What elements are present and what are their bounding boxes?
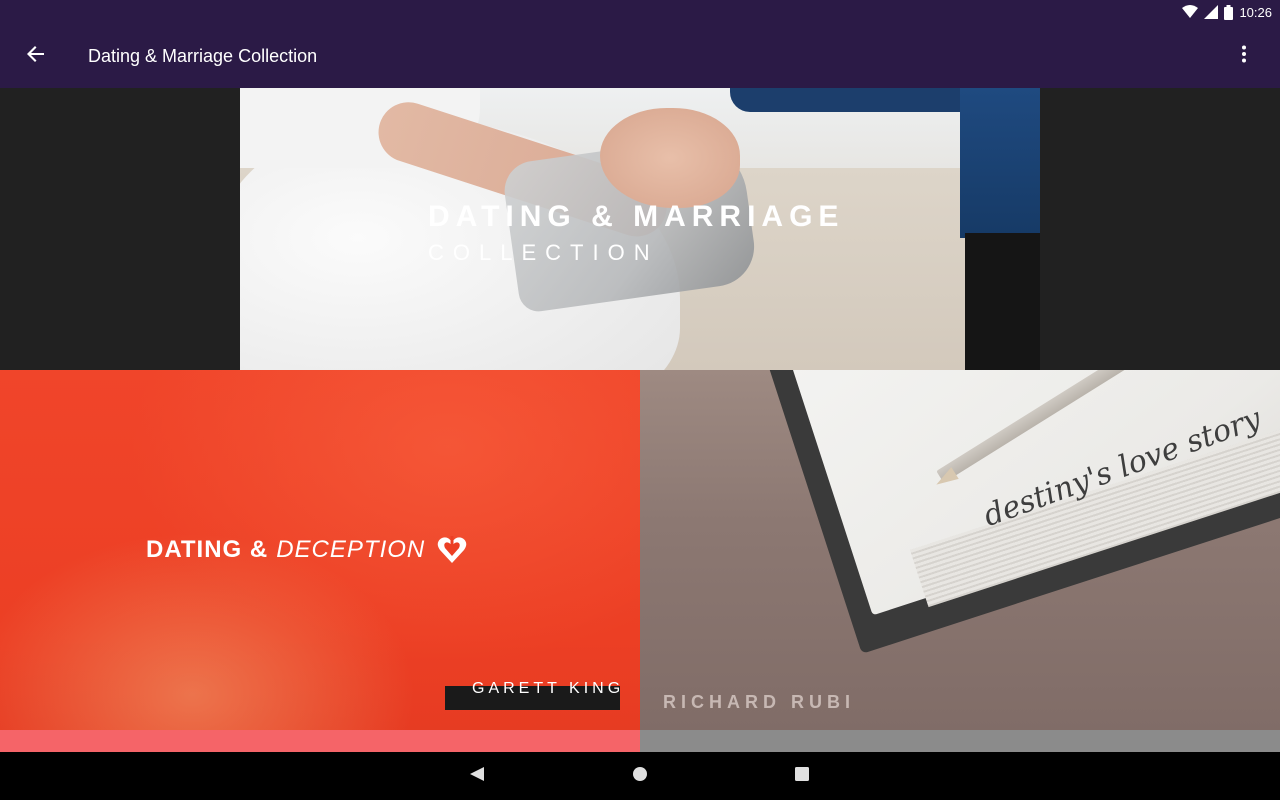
series-card-destinys-love-story[interactable]: destiny's love story RICHARD RUBI [640, 370, 1280, 752]
banner-pants [965, 233, 1040, 370]
collection-banner[interactable]: DATING & MARRIAGE COLLECTION [240, 88, 1040, 370]
system-nav-bar [0, 752, 1280, 800]
banner-hands [600, 108, 740, 208]
nav-recents-icon [794, 766, 810, 787]
nav-recents-button[interactable] [772, 752, 832, 800]
nav-back-icon [469, 766, 485, 787]
banner-subtitle: COLLECTION [428, 240, 659, 265]
wifi-icon [1182, 5, 1199, 19]
series-title-bold: DATING & [146, 536, 269, 563]
banner-title: DATING & MARRIAGE [428, 200, 845, 233]
series-speaker: RICHARD RUBI [663, 692, 855, 712]
battery-icon [1224, 4, 1234, 20]
heart-logo-icon [437, 536, 467, 564]
series-accent-bar [640, 730, 1280, 752]
nav-home-icon [632, 766, 648, 787]
series-speaker: GARETT KING [472, 680, 625, 697]
banner-jacket-arm [730, 88, 980, 112]
app-bar: Dating & Marriage Collection [0, 24, 1280, 88]
signal-icon [1204, 5, 1219, 19]
status-bar: 10:26 [0, 0, 1280, 24]
arrow-back-icon [27, 45, 45, 68]
banner-jacket [960, 88, 1040, 238]
nav-home-button[interactable] [610, 752, 670, 800]
more-vert-icon [1241, 45, 1247, 68]
status-time: 10:26 [1239, 4, 1272, 20]
back-button[interactable] [8, 28, 64, 84]
series-title-italic: DECEPTION [276, 536, 426, 563]
series-accent-bar [0, 730, 640, 752]
series-card-dating-deception[interactable]: DATING & DECEPTION GARETT KING [0, 370, 640, 752]
series-title: DATING & DECEPTION [146, 536, 467, 564]
nav-back-button[interactable] [447, 752, 507, 800]
overflow-menu-button[interactable] [1220, 32, 1268, 80]
page-title: Dating & Marriage Collection [88, 45, 318, 66]
